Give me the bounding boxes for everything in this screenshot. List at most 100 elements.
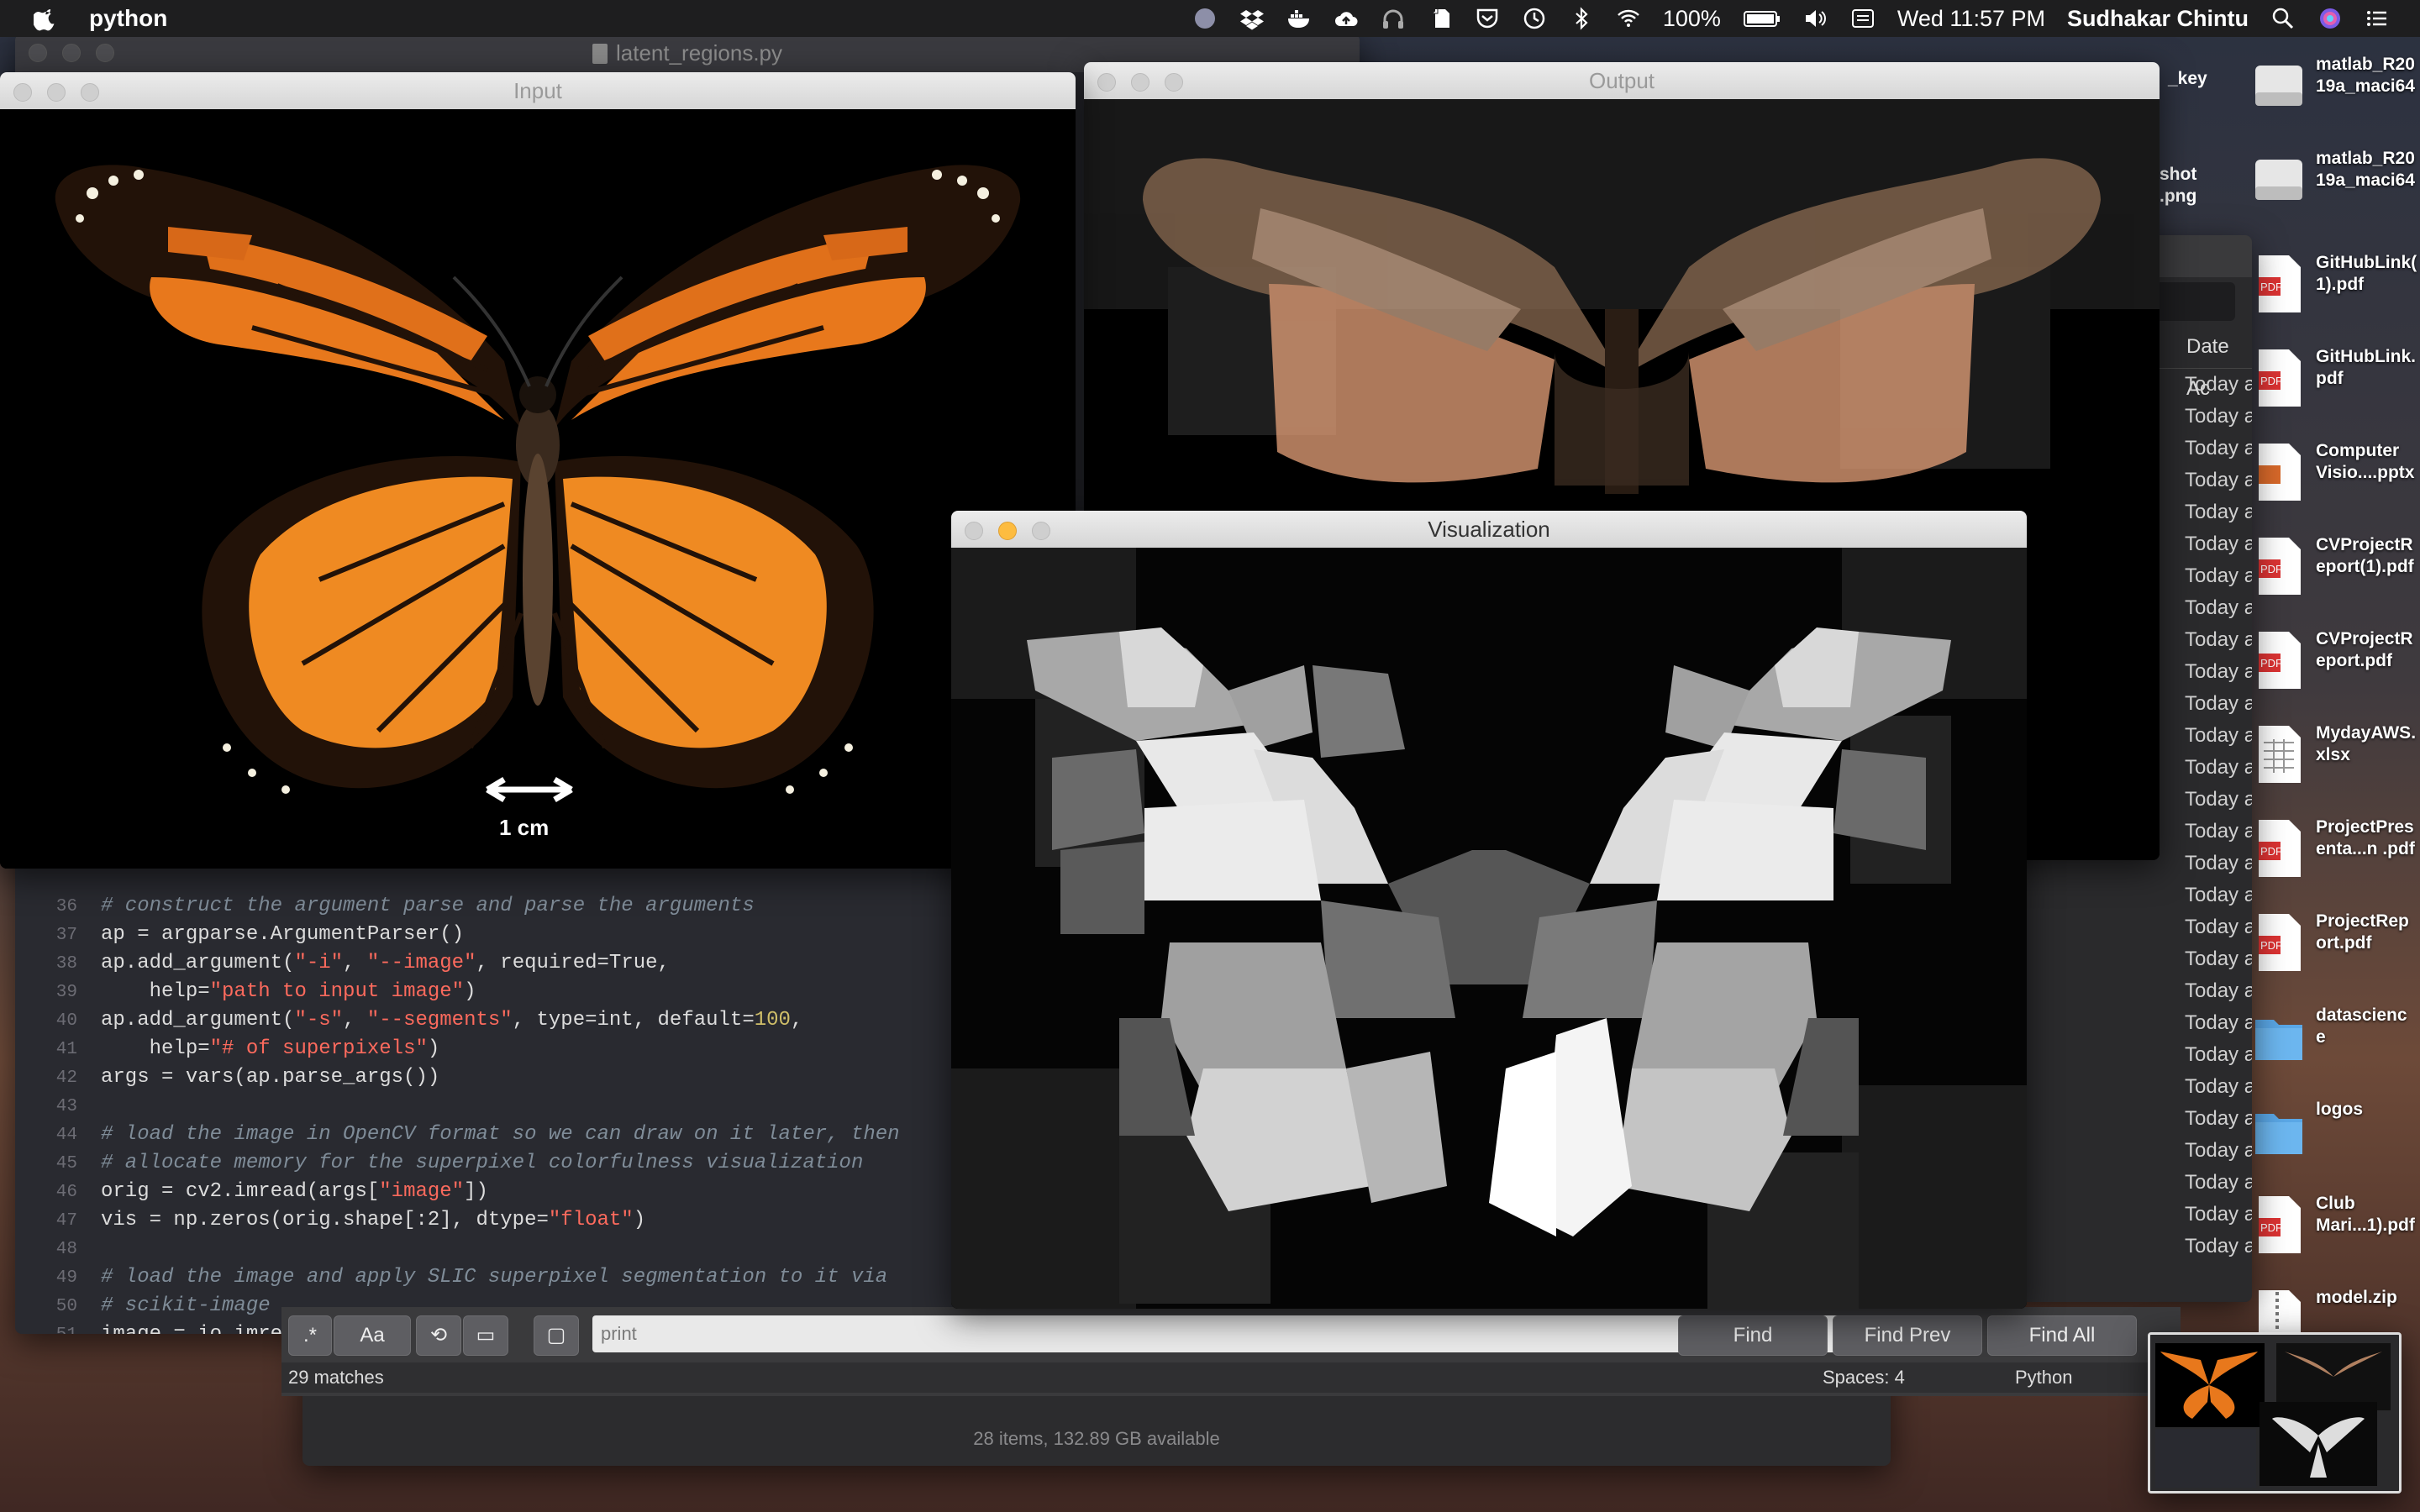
file-list-row[interactable]: Today a [2017,1199,2252,1231]
desktop-icon-disk[interactable]: matlab_R20 19a_maci64 [2252,54,2420,118]
code-line[interactable]: 39 help="path to input image") [15,978,963,1006]
desktop-icon-disk[interactable]: matlab_R20 19a_maci64 [2252,148,2420,212]
time-machine-icon[interactable] [1522,6,1547,31]
line-number: 42 [55,1068,77,1088]
dropbox-icon[interactable] [1239,6,1265,31]
file-list-row[interactable]: Today a [2017,1039,2252,1071]
desktop-icon-folder[interactable]: datascienc e [2252,1005,2420,1068]
close-button[interactable] [13,83,32,102]
visualization-window[interactable]: Visualization [951,511,2027,1309]
file-list-row[interactable]: Today a [2017,911,2252,943]
code-area[interactable]: 36 # construct the argument parse and par… [15,892,963,1334]
wrap-toggle-button[interactable]: ⟲ [416,1315,461,1356]
zoom-button[interactable] [1165,73,1183,92]
notification-center-icon[interactable] [2365,6,2390,31]
bluetooth-icon[interactable] [1569,6,1594,31]
search-icon[interactable] [2270,6,2296,31]
bubble-icon[interactable] [1192,6,1218,31]
case-toggle-button[interactable]: Aa [334,1315,411,1356]
code-line[interactable]: 38 ap.add_argument("-i", "--image", requi… [15,949,963,978]
code-line[interactable]: 45 # allocate memory for the superpixel c… [15,1149,963,1178]
headphones-icon[interactable] [1381,6,1406,31]
active-app-name[interactable]: python [89,5,167,32]
code-token: "float" [548,1209,634,1231]
desktop-icon-pdf[interactable]: PDF GitHubLink( 1).pdf [2252,252,2420,316]
file-list-row[interactable]: Today a [2017,1103,2252,1135]
indentation-setting[interactable]: Spaces: 4 [1823,1362,1905,1393]
close-button[interactable] [965,522,983,540]
siri-icon[interactable] [2317,6,2343,31]
menu-clock[interactable]: Wed 11:57 PM [1897,6,2045,32]
document-icon: PDF [2252,816,2306,880]
minimize-button[interactable] [47,83,66,102]
code-line[interactable]: 42 args = vars(ap.parse_args()) [15,1063,963,1092]
desktop-icon-label: CVProjectR eport.pdf [2316,629,2413,670]
line-number: 39 [55,983,77,1002]
in-selection-button[interactable]: ▭ [463,1315,508,1356]
disk-icon [2252,148,2306,212]
screenshot-preview-thumbnail[interactable] [2148,1332,2402,1494]
highlight-button[interactable]: ▢ [534,1315,579,1356]
menu-user-name[interactable]: Sudhakar Chintu [2067,6,2249,32]
battery-icon[interactable] [1743,6,1781,31]
code-line[interactable]: 37 ap = argparse.ArgumentParser() [15,921,963,949]
pocket-icon[interactable] [1475,6,1500,31]
desktop-icon-pdf[interactable]: PDF Club Mari...1).pdf [2252,1193,2420,1257]
file-list-row[interactable]: Today a [2017,879,2252,911]
close-button[interactable] [1097,73,1116,92]
desktop-icon-pdf[interactable]: PDF CVProjectR eport.pdf [2252,628,2420,692]
file-list-row[interactable]: Today a [2017,1231,2252,1263]
input-window[interactable]: Input 1 cm [0,72,1076,869]
apple-icon[interactable] [34,6,59,31]
desktop-icon-folder[interactable]: logos [2252,1099,2420,1163]
volume-icon[interactable] [1803,6,1828,31]
desktop-icon-pdf[interactable]: PDF GitHubLink. pdf [2252,346,2420,410]
document-icon: PDF [2252,911,2306,974]
code-line[interactable]: 41 help="# of superpixels") [15,1035,963,1063]
desktop-icon-pptx[interactable]: Computer Visio....pptx [2252,440,2420,504]
zoom-button[interactable] [96,44,114,62]
file-list-row[interactable]: Today a [2017,975,2252,1007]
minimize-button[interactable] [62,44,81,62]
close-button[interactable] [29,44,47,62]
desktop-icon-xlsx[interactable]: MydayAWS. xlsx [2252,722,2420,786]
syntax-setting[interactable]: Python [2015,1362,2073,1393]
finder-status: 28 items, 132.89 GB available [973,1428,1220,1449]
zoom-button[interactable] [81,83,99,102]
code-token: help= [101,1037,210,1060]
desktop-icon-pdf[interactable]: PDF ProjectPres enta...n .pdf [2252,816,2420,880]
file-list-row[interactable]: Today a [2017,943,2252,975]
file-list-row[interactable]: Today a [2017,1135,2252,1167]
code-line[interactable]: 44 # load the image in OpenCV format so w… [15,1121,963,1149]
code-line[interactable]: 36 # construct the argument parse and par… [15,892,963,921]
code-line[interactable]: 47 vis = np.zeros(orig.shape[:2], dtype="… [15,1206,963,1235]
minimize-button[interactable] [1131,73,1150,92]
output-title: Output [1588,68,1655,93]
docker-icon[interactable] [1286,6,1312,31]
code-line[interactable]: 46 orig = cv2.imread(args["image"]) [15,1178,963,1206]
file-list-row[interactable]: Today a [2017,1007,2252,1039]
wifi-icon[interactable] [1616,6,1641,31]
code-line[interactable]: 43 [15,1092,963,1121]
zoom-button[interactable] [1032,522,1050,540]
cloud-upload-icon[interactable] [1334,6,1359,31]
code-line[interactable]: 49 # load the image and apply SLIC superp… [15,1263,963,1292]
code-token: ]) [464,1180,488,1203]
line-number: 44 [55,1126,77,1145]
code-line[interactable]: 48 [15,1235,963,1263]
regex-toggle-button[interactable]: .* [288,1315,332,1356]
find-prev-button[interactable]: Find Prev [1833,1315,1982,1356]
code-token: "--image" [366,952,476,974]
evernote-icon[interactable] [1428,6,1453,31]
find-all-button[interactable]: Find All [1987,1315,2137,1356]
input-menu-icon[interactable] [1850,6,1876,31]
file-list-row[interactable]: Today a [2017,1167,2252,1199]
find-button[interactable]: Find [1678,1315,1828,1356]
desktop-icon-label: datascienc e [2316,1005,2407,1047]
code-line[interactable]: 40 ap.add_argument("-s", "--segments", ty… [15,1006,963,1035]
desktop-partial-label: _key [2168,69,2207,88]
desktop-icon-pdf[interactable]: PDF ProjectRep ort.pdf [2252,911,2420,974]
minimize-button[interactable] [998,522,1017,540]
desktop-icon-pdf[interactable]: PDF CVProjectR eport(1).pdf [2252,534,2420,598]
file-list-row[interactable]: Today a [2017,1071,2252,1103]
